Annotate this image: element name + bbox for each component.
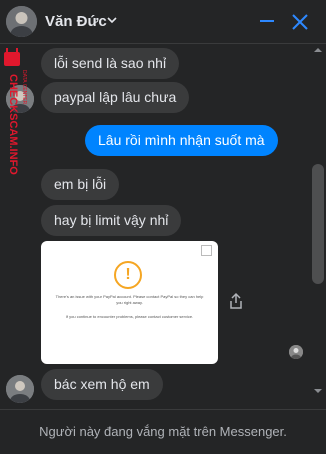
watermark-logo: DATA CENTER CHECKSCAM.INFO <box>2 42 28 208</box>
contact-name[interactable]: Văn Đức <box>45 13 107 30</box>
checkbox-icon <box>201 245 212 256</box>
sender-avatar[interactable] <box>6 375 34 403</box>
watermark-line2: CHECKSCAM.INFO <box>7 74 19 175</box>
warning-icon: ! <box>114 261 142 289</box>
scrollbar-thumb[interactable] <box>312 164 324 284</box>
watermark-line1: DATA CENTER <box>21 70 27 105</box>
message-bubble[interactable]: Lâu rồi mình nhận suốt mà <box>85 125 278 156</box>
message-bubble[interactable]: lỗi send là sao nhỉ <box>41 48 180 79</box>
contact-avatar[interactable] <box>6 6 37 37</box>
message-list[interactable]: lỗi send là sao nhỉ paypal lập lâu chưa … <box>0 44 326 409</box>
close-icon[interactable] <box>292 14 308 30</box>
chat-header: Văn Đức <box>0 0 326 44</box>
message-bubble[interactable]: em bị lỗi <box>41 169 120 200</box>
scrollbar[interactable] <box>312 44 324 409</box>
message-bubble[interactable]: bác xem hộ em <box>41 369 163 400</box>
image-attachment[interactable]: ! There's an issue with your PayPal acco… <box>41 241 218 364</box>
chevron-down-icon[interactable] <box>107 17 117 24</box>
share-icon[interactable] <box>229 292 243 310</box>
seen-avatar-icon <box>289 345 303 359</box>
scroll-up-icon[interactable] <box>312 46 324 54</box>
presence-status: Người này đang vắng mặt trên Messenger. <box>0 409 326 453</box>
message-bubble[interactable]: hay bị limit vậy nhỉ <box>41 205 182 236</box>
message-bubble[interactable]: paypal lập lâu chưa <box>41 82 190 113</box>
attachment-text: There's an issue with your PayPal accoun… <box>55 294 204 305</box>
attachment-text: If you continue to encounter problems, p… <box>65 314 194 319</box>
scroll-down-icon[interactable] <box>312 387 324 395</box>
minimize-icon[interactable] <box>260 20 274 22</box>
